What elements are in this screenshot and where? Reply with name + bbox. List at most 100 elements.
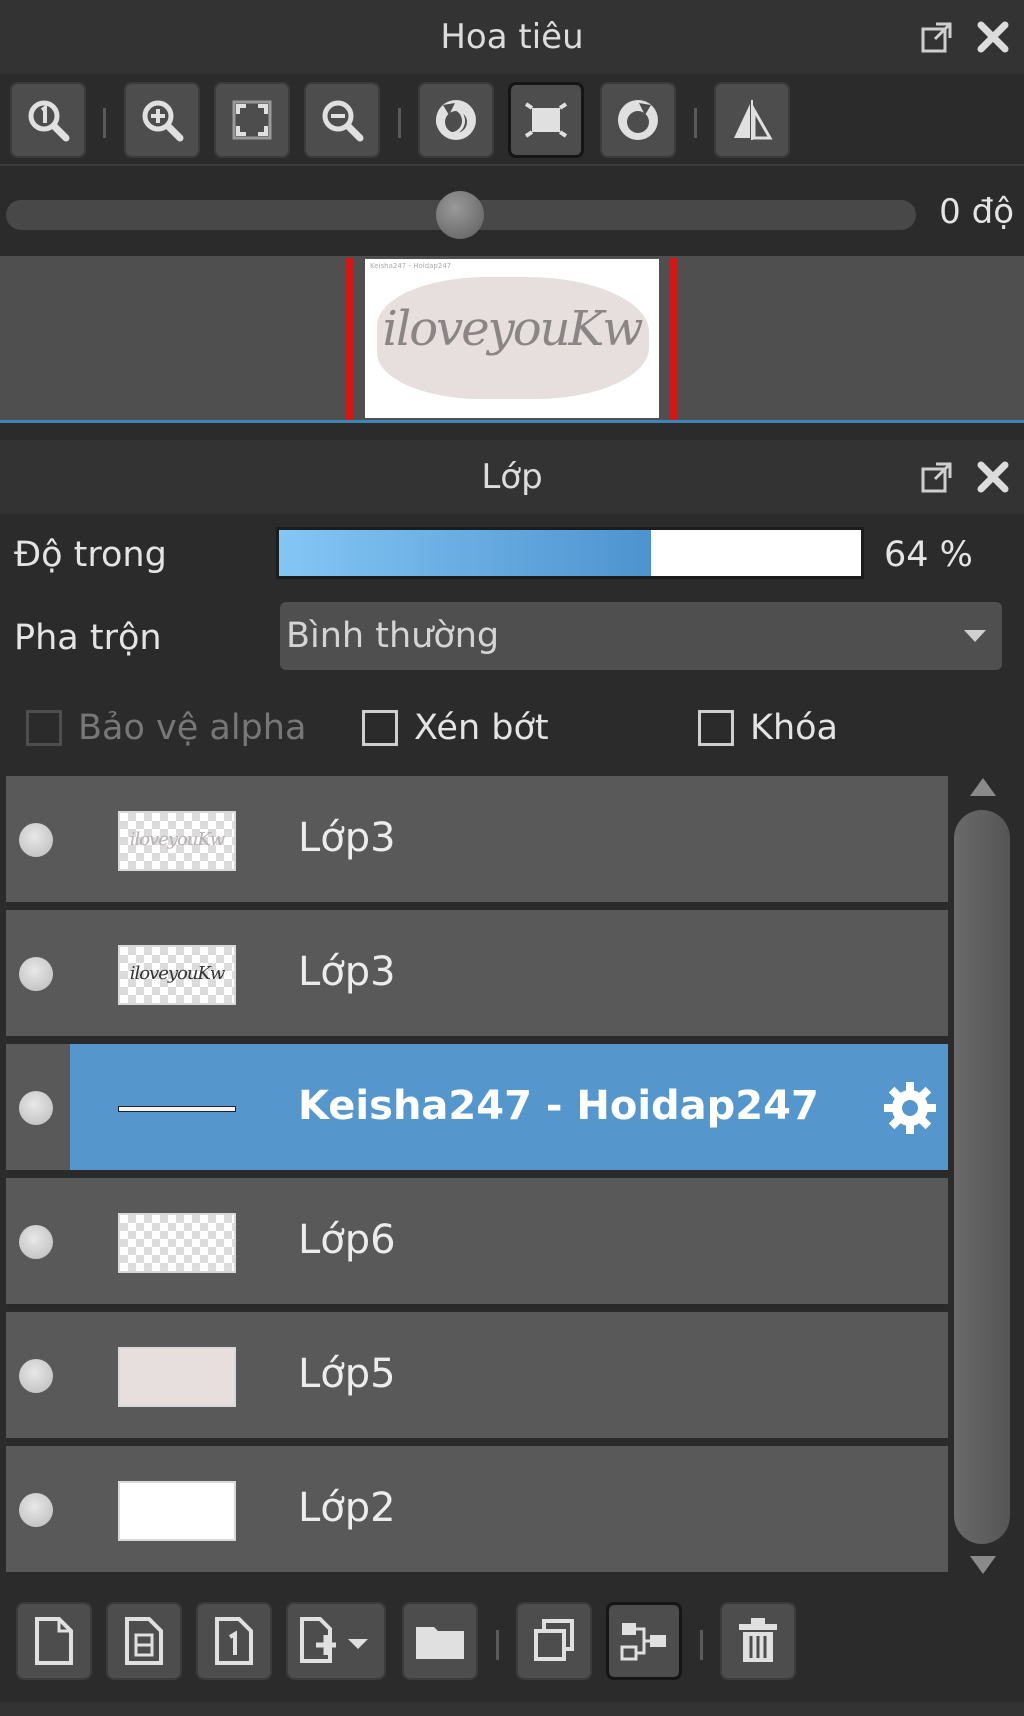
fit-to-window-button[interactable] [214,82,290,158]
duplicate-layer-button[interactable] [516,1602,592,1680]
close-icon[interactable] [976,20,1010,54]
zoom-actual-size-button[interactable] [10,82,86,158]
zoom-in-button[interactable] [124,82,200,158]
float-panel-icon[interactable] [920,20,954,54]
add-layer-icon [300,1617,368,1663]
scroll-down-arrow-icon[interactable] [970,1556,996,1574]
layer-row[interactable]: Lớp5 [6,1312,948,1442]
toolbar-separator [694,108,697,138]
rotate-right-button[interactable] [600,82,676,158]
folder-icon [416,1627,464,1659]
navigator-title-bar: Hoa tiêu [0,0,1024,74]
trash-icon [739,1618,777,1662]
layer-name: Lớp5 [298,1351,396,1397]
layer-thumbnail [118,1213,236,1273]
layers-title: Lớp [481,457,543,497]
toolbar-separator [496,1630,499,1660]
blend-mode-select[interactable]: Bình thường [280,602,1002,670]
flip-horizontal-button[interactable] [714,82,790,158]
lock-checkbox[interactable]: Khóa [698,708,838,748]
clip-checkbox[interactable]: Xén bớt [362,708,549,748]
layers-toolbar [0,1586,1024,1716]
protect-alpha-checkbox[interactable]: Bảo vệ alpha [26,708,306,748]
checkbox-box [698,710,734,746]
opacity-slider[interactable] [276,527,864,579]
layer-thumbnail [118,1481,236,1541]
toolbar-separator [700,1630,703,1660]
preview-small-text: Keisha247 - Hoidap247 [370,262,452,270]
toolbar-separator [398,108,401,138]
opacity-label: Độ trong [14,535,167,575]
layer-row[interactable]: Lớp2 [6,1446,948,1576]
flip-horizontal-icon [734,100,773,140]
protect-alpha-label: Bảo vệ alpha [78,708,307,748]
layer-name: Lớp3 [298,815,396,861]
visibility-toggle[interactable] [19,1359,53,1393]
fit-window-icon [232,100,272,140]
rotate-right-icon [618,100,658,140]
new-1bit-layer-button[interactable] [196,1602,272,1680]
scroll-up-arrow-icon[interactable] [970,778,996,796]
thumb-text: iloveyouKw [129,829,226,850]
visibility-toggle[interactable] [19,1493,53,1527]
new-page-icon [35,1617,73,1665]
blend-label: Pha trộn [14,618,162,658]
navigator-title: Hoa tiêu [440,17,584,57]
visibility-toggle[interactable] [19,957,53,991]
delete-layer-button[interactable] [720,1602,796,1680]
layer-list: iloveyouKw Lớp3 iloveyouKw Lớp3 Keisha24… [6,774,948,1580]
opacity-value: 64 % [884,535,973,575]
navigator-toolbar [0,74,1024,166]
layer-thumbnail [118,1079,236,1139]
new-layer-button[interactable] [16,1602,92,1680]
layer-name: Lớp6 [298,1217,396,1263]
thumb-text: iloveyouKw [129,963,226,984]
duplicate-icon [534,1619,574,1661]
preview-marker-right [670,258,678,420]
new-8bit-layer-button[interactable] [106,1602,182,1680]
preview-canvas: Keisha247 - Hoidap247 iloveyouKw [365,259,659,418]
bottom-strip [0,1702,1024,1716]
scroll-thumb[interactable] [954,810,1010,1544]
merge-icon [620,1623,666,1661]
visibility-toggle[interactable] [19,823,53,857]
layer-name: Lớp3 [298,949,396,995]
layer-1bit-icon [215,1617,253,1665]
layers-title-bar: Lớp [0,440,1024,514]
zoom-out-button[interactable] [304,82,380,158]
zoom-in-icon [142,100,184,142]
visibility-toggle[interactable] [19,1225,53,1259]
visibility-toggle[interactable] [19,1091,53,1125]
layer-name: Keisha247 - Hoidap247 [298,1083,819,1129]
preview-text: iloveyouKw [382,301,644,357]
blend-mode-value: Bình thường [286,616,500,656]
new-folder-button[interactable] [402,1602,478,1680]
preview-marker-left [345,258,353,420]
float-panel-icon[interactable] [920,460,954,494]
merge-down-button[interactable] [606,1602,682,1680]
rotate-left-icon [436,100,476,140]
layer-row-selected[interactable]: Keisha247 - Hoidap247 [6,1044,948,1174]
toolbar-separator [103,108,106,138]
opacity-fill [279,530,652,576]
rotate-left-button[interactable] [418,82,494,158]
rotation-slider-row: 0 độ [0,170,1024,254]
panel-divider[interactable] [0,420,1024,438]
navigator-preview[interactable]: Keisha247 - Hoidap247 iloveyouKw [0,256,1024,420]
rotation-slider-handle[interactable] [436,191,484,239]
close-icon[interactable] [976,460,1010,494]
rotation-value: 0 độ [939,192,1014,232]
layer-list-scrollbar[interactable] [952,774,1014,1580]
layer-row[interactable]: Lớp6 [6,1178,948,1308]
layer-row[interactable]: iloveyouKw Lớp3 [6,910,948,1040]
layer-thumbnail: iloveyouKw [118,945,236,1005]
gear-icon[interactable] [880,1078,940,1142]
lock-label: Khóa [750,708,838,748]
add-layer-dropdown-button[interactable] [286,1602,386,1680]
thumb-line [118,1106,236,1112]
fit-canvas-button[interactable] [508,82,584,158]
layer-name: Lớp2 [298,1485,396,1531]
zoom-one-icon [28,100,70,142]
layer-thumbnail [118,1347,236,1407]
layer-row[interactable]: iloveyouKw Lớp3 [6,776,948,906]
